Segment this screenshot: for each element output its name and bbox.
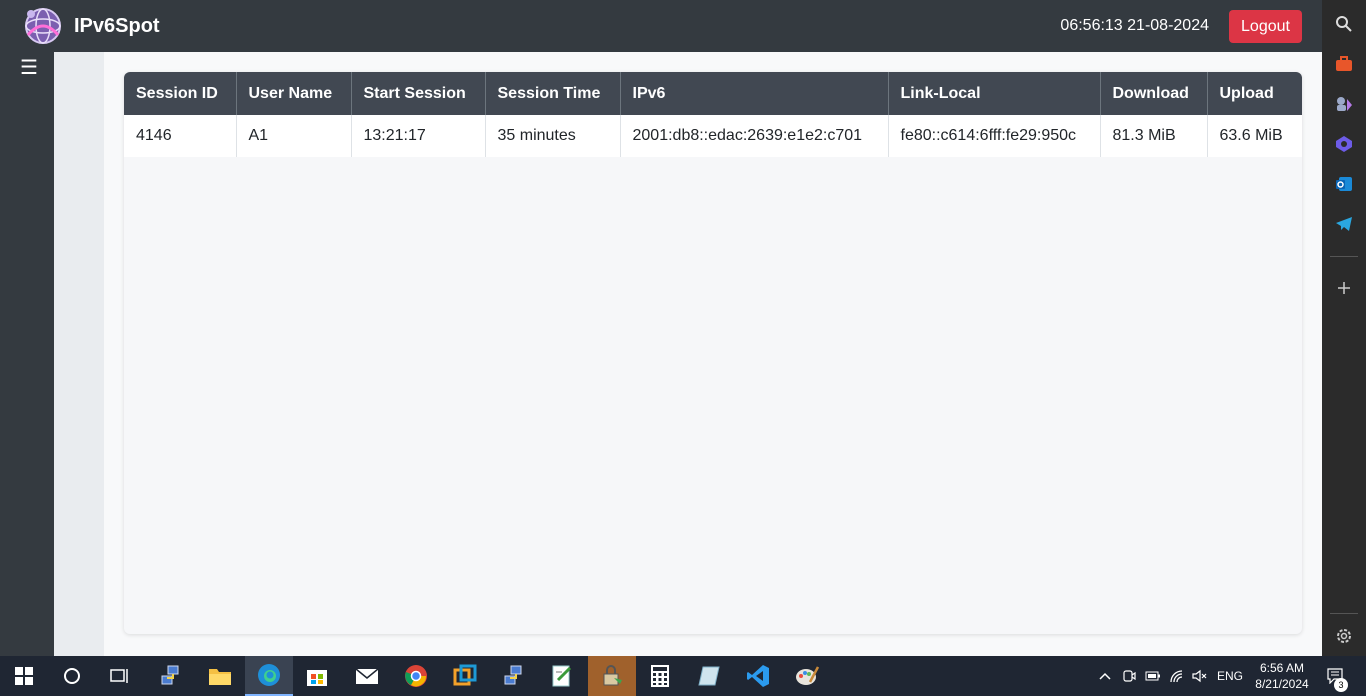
cell-session-id: 4146 <box>124 115 237 157</box>
header-clock: 06:56:13 21-08-2024 <box>1060 17 1209 34</box>
wifi-icon[interactable] <box>1167 656 1187 696</box>
taskbar-clock[interactable]: 6:56 AM 8/21/2024 <box>1248 660 1316 692</box>
column-header-link-local: Link-Local <box>888 72 1101 115</box>
paint-icon[interactable] <box>783 656 831 696</box>
cell-start-session: 13:21:17 <box>351 115 486 157</box>
logout-button[interactable]: Logout <box>1229 10 1302 43</box>
telegram-icon[interactable] <box>1333 213 1355 235</box>
main-content: Session ID User Name Start Session Sessi… <box>54 52 1322 656</box>
browser-sidebar <box>1322 0 1366 656</box>
outlook-icon[interactable] <box>1333 173 1355 195</box>
show-hidden-icons-icon[interactable] <box>1095 656 1115 696</box>
cell-ipv6: 2001:db8::edac:2639:e1e2:c701 <box>620 115 889 157</box>
sessions-card: Session ID User Name Start Session Sessi… <box>124 72 1302 634</box>
taskbar-date: 8/21/2024 <box>1255 677 1309 691</box>
virtualbox-icon[interactable] <box>441 656 489 696</box>
column-header-session-id: Session ID <box>124 72 237 115</box>
ipv6spot-logo-icon[interactable] <box>22 5 64 47</box>
settings-icon[interactable] <box>1333 625 1355 647</box>
add-icon[interactable] <box>1333 277 1355 299</box>
task-view-icon[interactable] <box>96 656 144 696</box>
cell-link-local: fe80::c614:6fff:fe29:950c <box>888 115 1101 157</box>
network-app-icon[interactable] <box>147 656 195 696</box>
notification-count-badge: 3 <box>1334 678 1348 692</box>
copilot-icon[interactable] <box>1333 133 1355 155</box>
cell-upload: 63.6 MiB <box>1207 115 1302 157</box>
column-header-session-time: Session Time <box>485 72 621 115</box>
column-header-user-name: User Name <box>236 72 352 115</box>
battery-icon[interactable] <box>1143 656 1163 696</box>
network-app-2-icon[interactable] <box>490 656 538 696</box>
sidebar-divider <box>1330 256 1358 257</box>
cell-download: 81.3 MiB <box>1100 115 1208 157</box>
chrome-icon[interactable] <box>392 656 440 696</box>
vscode-icon[interactable] <box>734 656 782 696</box>
sessions-table: Session ID User Name Start Session Sessi… <box>124 72 1302 157</box>
app-header: IPv6Spot 06:56:13 21-08-2024 Logout <box>0 0 1322 52</box>
language-indicator[interactable]: ENG <box>1214 656 1246 696</box>
column-header-ipv6: IPv6 <box>620 72 889 115</box>
hamburger-menu-icon[interactable]: ☰ <box>20 58 38 78</box>
meet-now-icon[interactable] <box>1119 656 1139 696</box>
search-icon[interactable] <box>1333 13 1355 35</box>
notes-icon[interactable] <box>685 656 733 696</box>
content-gutter <box>54 52 104 656</box>
toolbox-icon[interactable] <box>1333 53 1355 75</box>
column-header-upload: Upload <box>1207 72 1302 115</box>
left-nav-rail: ☰ <box>0 52 54 656</box>
calculator-icon[interactable] <box>636 656 684 696</box>
column-header-start-session: Start Session <box>351 72 486 115</box>
mail-icon[interactable] <box>343 656 391 696</box>
sidebar-divider <box>1330 613 1358 614</box>
volume-muted-icon[interactable] <box>1190 656 1210 696</box>
notepad-icon[interactable] <box>538 656 586 696</box>
table-header-row: Session ID User Name Start Session Sessi… <box>124 72 1302 115</box>
app-brand[interactable]: IPv6Spot <box>74 15 160 38</box>
taskbar-time: 6:56 AM <box>1259 661 1305 675</box>
games-icon[interactable] <box>1333 93 1355 115</box>
column-header-download: Download <box>1100 72 1208 115</box>
cell-session-time: 35 minutes <box>485 115 621 157</box>
edge-icon[interactable] <box>245 656 293 696</box>
file-explorer-icon[interactable] <box>196 656 244 696</box>
store-icon[interactable] <box>293 656 341 696</box>
table-row[interactable]: 4146 A1 13:21:17 35 minutes 2001:db8::ed… <box>124 115 1302 157</box>
cell-user-name: A1 <box>236 115 352 157</box>
lock-app-icon[interactable] <box>588 656 636 696</box>
start-icon[interactable] <box>0 656 48 696</box>
windows-taskbar: ENG 6:56 AM 8/21/2024 3 <box>0 656 1366 696</box>
search-icon[interactable] <box>48 656 96 696</box>
